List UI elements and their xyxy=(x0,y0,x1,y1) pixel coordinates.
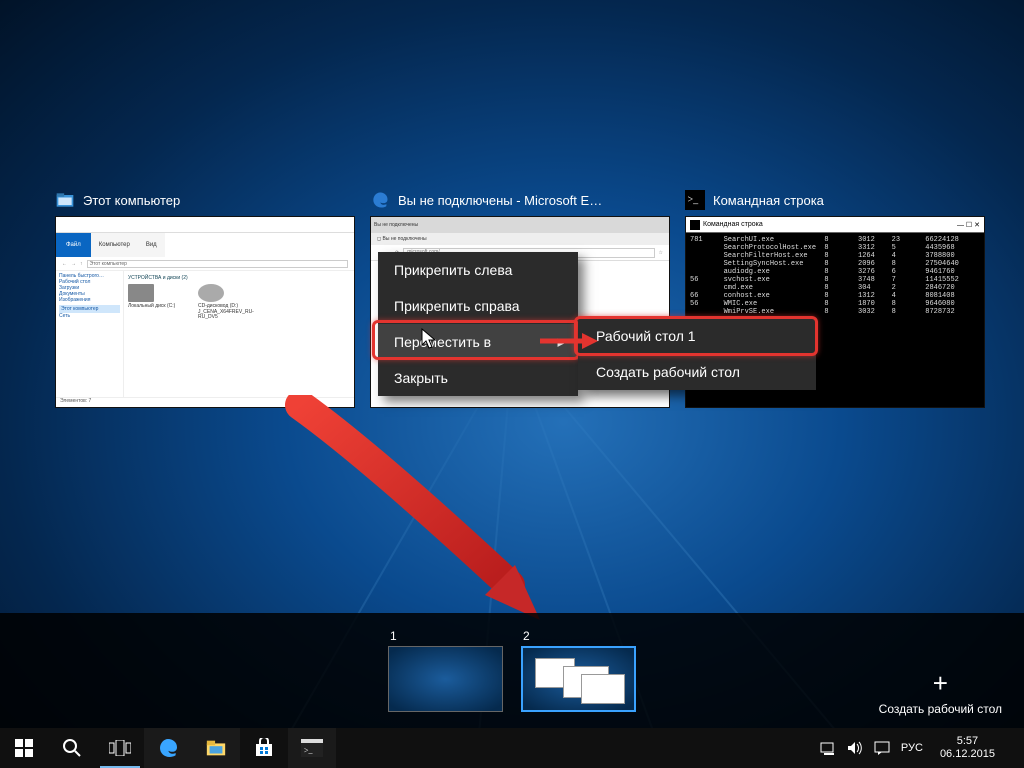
taskbar-explorer[interactable] xyxy=(192,728,240,768)
taskbar-cmd[interactable]: >_ xyxy=(288,728,336,768)
ribbon-tab-file: Файл xyxy=(56,233,91,257)
taskbar-edge[interactable] xyxy=(144,728,192,768)
tray-network-icon[interactable] xyxy=(820,741,836,755)
explorer-icon xyxy=(55,190,75,210)
ctx-close[interactable]: Закрыть xyxy=(378,360,578,396)
start-button[interactable] xyxy=(0,728,48,768)
taskbar-store[interactable] xyxy=(240,728,288,768)
context-submenu: Рабочий стол 1 Создать рабочий стол xyxy=(578,318,816,390)
window-title: Вы не подключены - Microsoft E… xyxy=(398,193,602,208)
svg-text:>_: >_ xyxy=(688,195,700,206)
tray-clock[interactable]: 5:57 06.12.2015 xyxy=(934,735,1001,761)
submenu-new-desktop[interactable]: Создать рабочий стол xyxy=(578,354,816,390)
annotation-big-arrow-icon xyxy=(280,395,580,635)
cmd-output: 781 SearchUI.exe 8 3012 23 66224128 Sear… xyxy=(686,233,984,328)
svg-text:>_: >_ xyxy=(304,746,314,755)
tray-language[interactable]: РУС xyxy=(901,742,923,754)
cmd-icon: >_ xyxy=(685,190,705,210)
plus-icon: + xyxy=(879,670,1002,696)
taskbar: >_ РУС 5:57 06.12.2015 xyxy=(0,728,1024,768)
chevron-right-icon: ▶ xyxy=(558,336,566,349)
edge-icon xyxy=(370,190,390,210)
submenu-desktop1[interactable]: Рабочий стол 1 xyxy=(578,318,816,354)
window-title: Командная строка xyxy=(713,193,824,208)
virtual-desktop-strip: 1 2 xyxy=(0,613,1024,728)
ctx-move-to[interactable]: Переместить в ▶ xyxy=(378,324,578,360)
taskview-button[interactable] xyxy=(96,728,144,768)
virtual-desktop-2[interactable]: 2 xyxy=(521,629,636,712)
new-desktop-button[interactable]: + Создать рабочий стол xyxy=(879,670,1002,716)
context-menu: Прикрепить слева Прикрепить справа Перем… xyxy=(378,252,578,396)
virtual-desktop-1[interactable]: 1 xyxy=(388,629,503,712)
ribbon-tab-computer: Компьютер xyxy=(91,233,138,257)
system-tray: РУС 5:57 06.12.2015 xyxy=(814,728,1024,768)
tray-volume-icon[interactable] xyxy=(847,741,863,755)
taskview-window-explorer[interactable]: Этот компьютер Файл Компьютер Вид ←→↑Это… xyxy=(55,190,355,408)
tray-notifications-icon[interactable] xyxy=(874,741,890,755)
search-button[interactable] xyxy=(48,728,96,768)
ribbon-tab-view: Вид xyxy=(138,233,165,257)
window-title: Этот компьютер xyxy=(83,193,180,208)
ctx-pin-right[interactable]: Прикрепить справа xyxy=(378,288,578,324)
ctx-pin-left[interactable]: Прикрепить слева xyxy=(378,252,578,288)
